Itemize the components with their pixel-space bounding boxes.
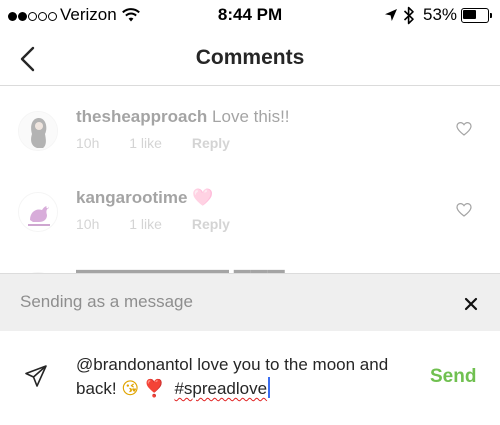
close-icon[interactable]: [460, 293, 482, 315]
heart-icon[interactable]: [456, 202, 472, 218]
avatar[interactable]: [18, 111, 58, 151]
hashtag: #spreadlove: [174, 379, 268, 398]
kiss-emoji: 😘: [121, 379, 140, 398]
comment-text: kangarootime 🩷: [76, 188, 213, 208]
location-arrow-icon: [385, 9, 397, 21]
heart-exclamation-emoji: ❣️: [143, 379, 165, 398]
comment-composer: @brandonantol love you to the moon and b…: [0, 331, 500, 425]
banner-text: Sending as a message: [20, 292, 193, 311]
comment-meta: 10h 1 like Reply: [76, 135, 256, 151]
message-input[interactable]: @brandonantol love you to the moon and b…: [76, 353, 406, 401]
message-line-2-prefix: back!: [76, 379, 122, 398]
reply-button[interactable]: Reply: [192, 135, 230, 151]
clipped-previous-comment: ▬▬▬▬▬▬ ▬▬▬▬▬ ▬▬▬▬▬▬▬: [75, 87, 390, 91]
sending-as-message-banner: Sending as a message: [0, 273, 500, 331]
direct-send-icon[interactable]: [24, 364, 48, 388]
send-button[interactable]: Send: [430, 366, 476, 388]
comment-username[interactable]: kangarootime: [76, 188, 187, 207]
battery-icon: [461, 8, 493, 23]
battery-level-fill: [463, 10, 476, 19]
comments-list[interactable]: ▬▬▬▬▬▬ ▬▬▬▬▬ ▬▬▬▬▬▬▬ thesheapproach Love…: [0, 87, 500, 273]
comment-username[interactable]: thesheapproach: [76, 107, 207, 126]
bluetooth-icon: [403, 6, 414, 25]
navigation-bar: Comments: [0, 34, 500, 86]
page-title: Comments: [195, 46, 305, 69]
battery-percentage: 53%: [423, 5, 458, 24]
comment-row[interactable]: thesheapproach Love this!! 10h 1 like Re…: [0, 101, 500, 181]
comment-time: 10h: [76, 135, 100, 151]
clipped-comment-text: ▬▬▬▬▬▬▬▬▬ ▬▬▬: [76, 260, 285, 273]
comment-body: 🩷: [192, 188, 214, 207]
comment-time: 10h: [76, 216, 100, 232]
text-caret: [268, 377, 271, 398]
comment-body: Love this!!: [212, 107, 290, 126]
comment-row[interactable]: kangarootime 🩷 10h 1 like Reply: [0, 182, 500, 262]
message-line-1: @brandonantol love you to the moon and: [76, 355, 389, 374]
avatar[interactable]: [18, 192, 58, 232]
reply-button[interactable]: Reply: [192, 216, 230, 232]
comment-likes[interactable]: 1 like: [129, 216, 162, 232]
comment-meta: 10h 1 like Reply: [76, 216, 256, 232]
status-bar: Verizon 8:44 PM 53%: [0, 0, 500, 34]
comment-row-partial[interactable]: ▬▬▬▬▬▬▬▬▬ ▬▬▬: [0, 260, 500, 273]
comment-likes[interactable]: 1 like: [129, 135, 162, 151]
heart-icon[interactable]: [456, 121, 472, 137]
comment-text: thesheapproach Love this!!: [76, 107, 290, 127]
